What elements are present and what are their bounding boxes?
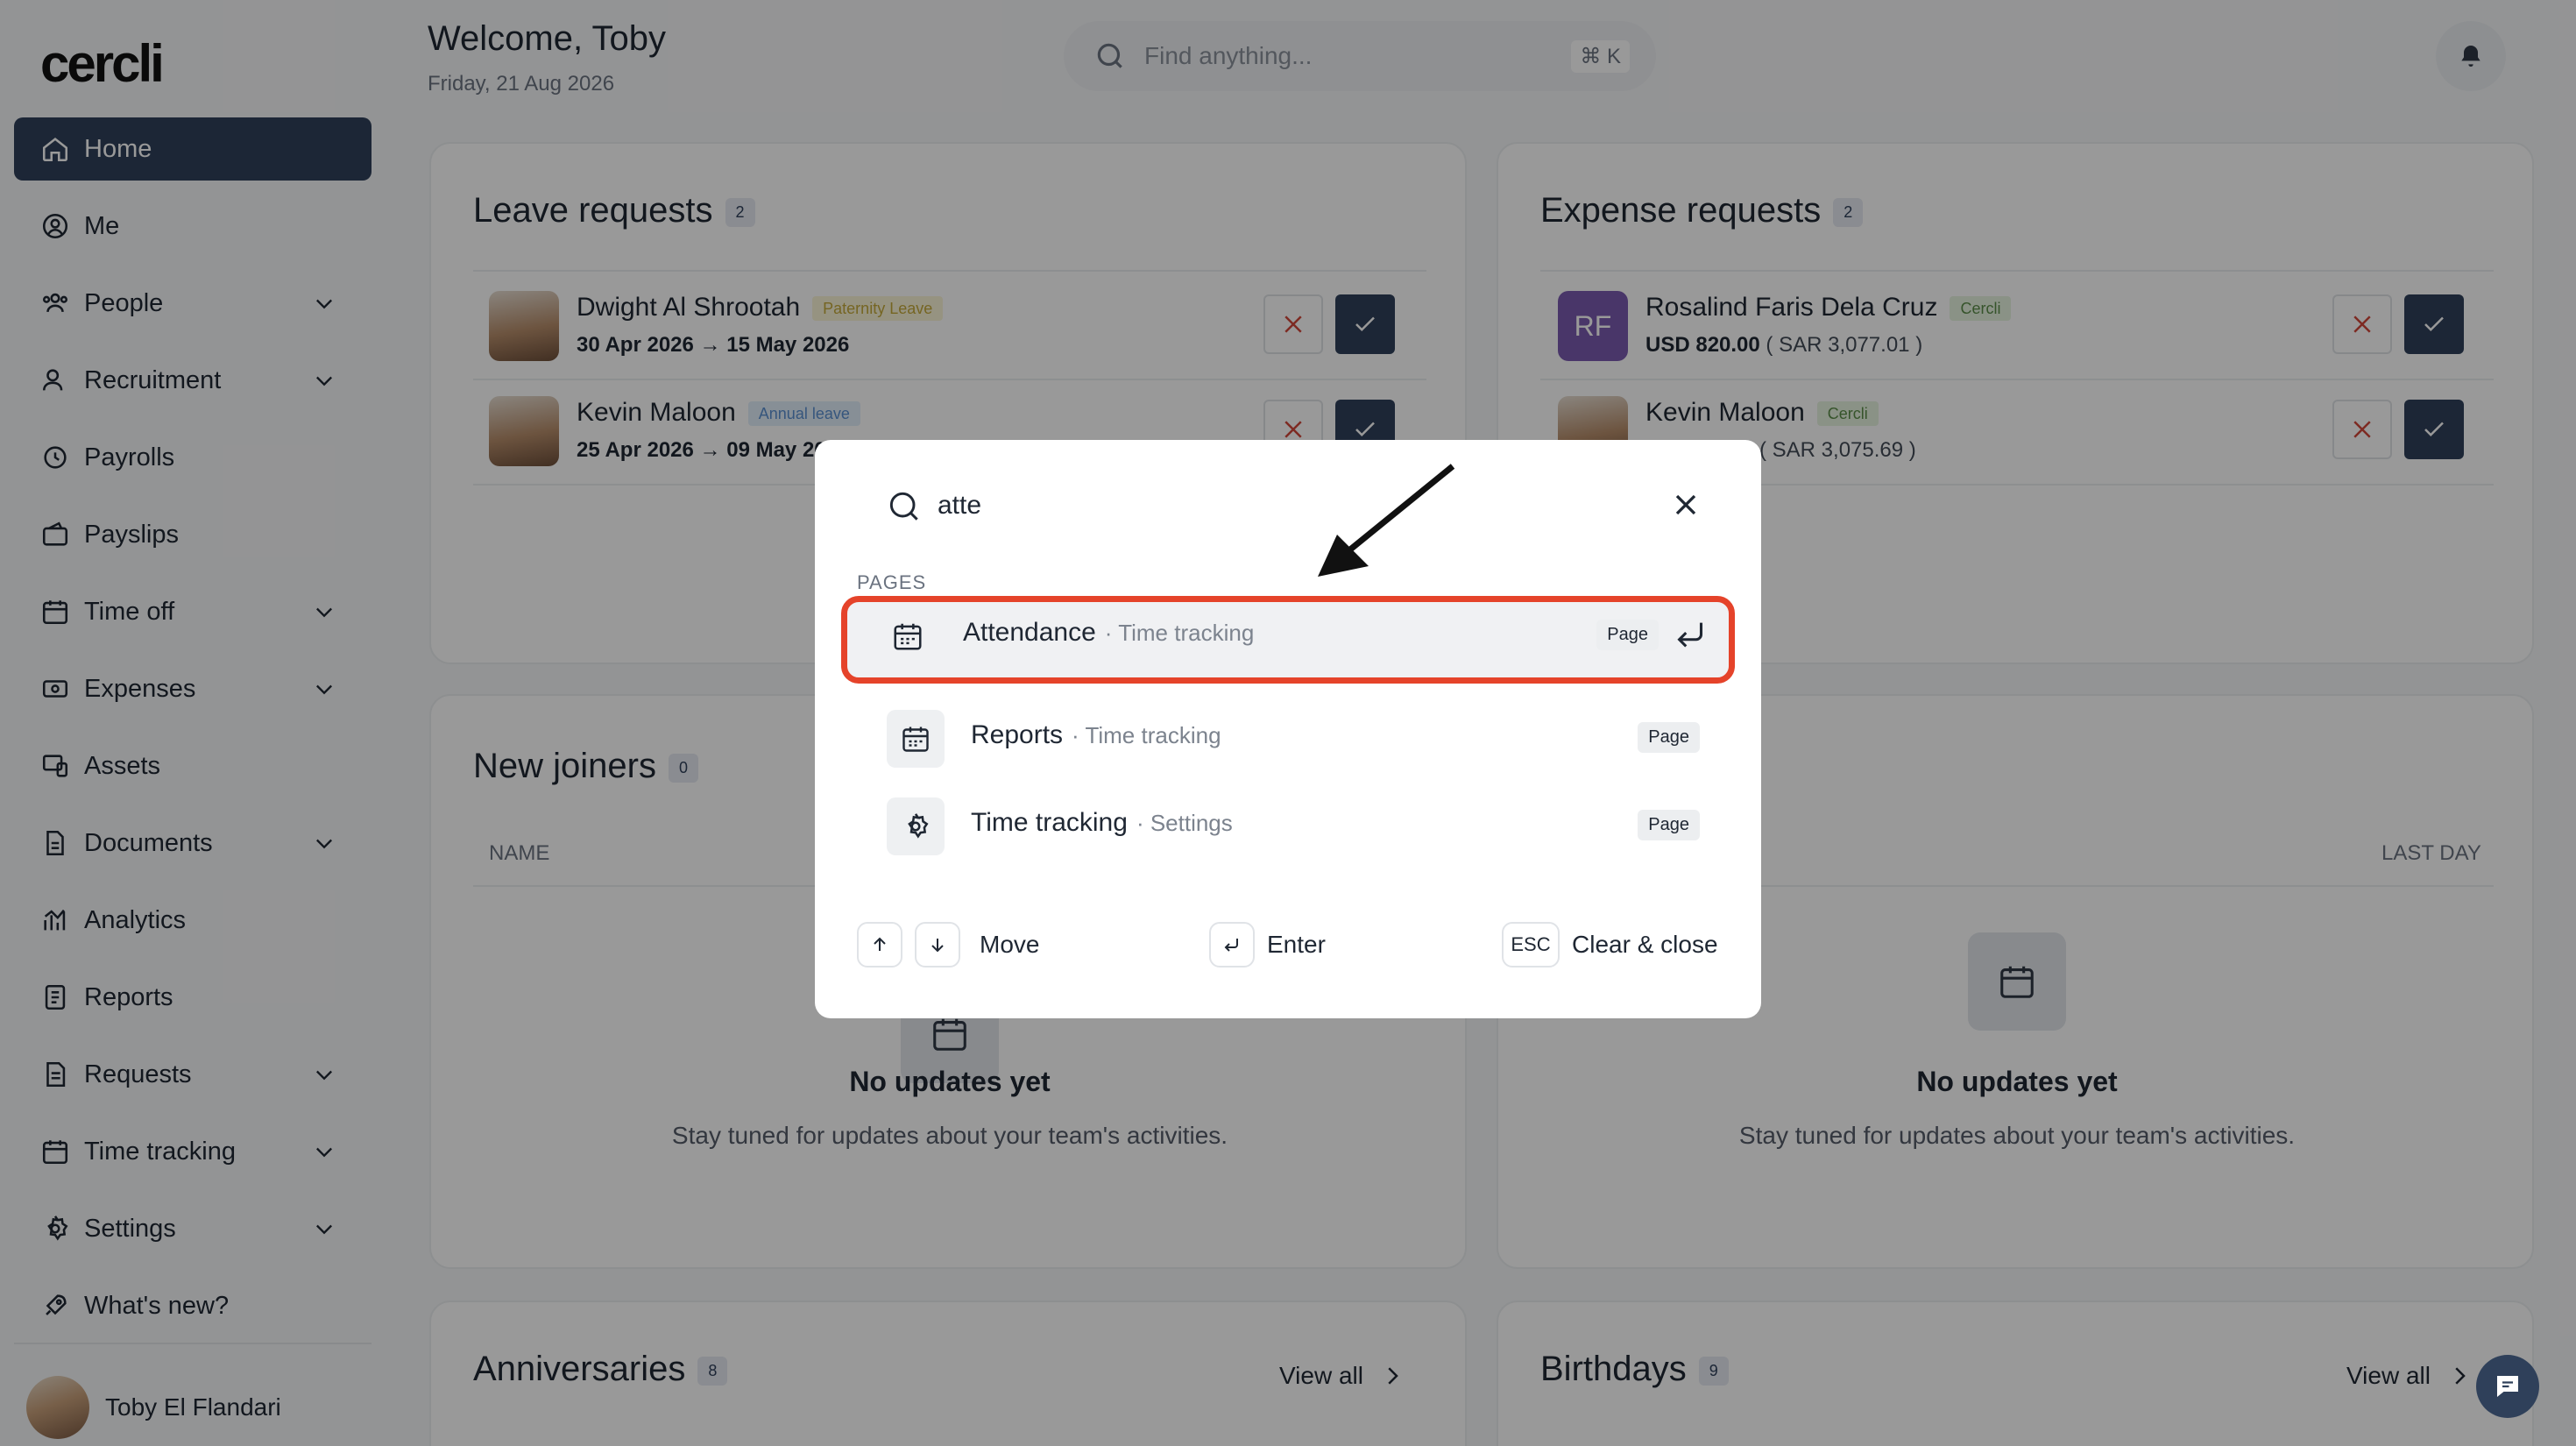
result-type-badge: Page [1638, 810, 1700, 840]
calendar-icon [894, 623, 922, 650]
chat-support-button[interactable] [2476, 1355, 2539, 1418]
esc-key: ESC [1502, 922, 1560, 968]
hint-move: Move [857, 922, 1039, 968]
calendar-icon [902, 727, 929, 752]
hint-enter: Enter [1209, 922, 1326, 968]
enter-key-icon [1677, 622, 1703, 648]
result-title: Time tracking [971, 808, 1128, 837]
result-title: Reports [971, 720, 1064, 749]
close-icon[interactable] [1668, 487, 1703, 522]
result-context: · Settings [1136, 810, 1233, 836]
result-icon [887, 797, 945, 855]
result-context: · Time tracking [1072, 722, 1221, 748]
result-attendance[interactable]: Attendance · Time tracking Page [841, 596, 1735, 684]
arrow-up-icon [874, 937, 886, 951]
result-type-badge: Page [1596, 620, 1659, 650]
arrow-down-icon [931, 939, 944, 953]
result-icon [879, 607, 937, 665]
command-palette: atte PAGES Attendance · Time tracking Pag… [815, 440, 1761, 1018]
hint-label: Enter [1267, 931, 1326, 958]
command-search-input[interactable]: atte [938, 491, 981, 521]
hint-label: Clear & close [1572, 931, 1718, 958]
result-time-tracking[interactable]: Time tracking · Settings Page [848, 785, 1724, 861]
annotation-arrow [1318, 464, 1455, 577]
arrow-down-key [915, 922, 960, 968]
result-context: · Time tracking [1104, 620, 1255, 646]
enter-key [1209, 922, 1255, 968]
hint-label: Move [980, 931, 1040, 958]
hint-close[interactable]: ESC Clear & close [1502, 922, 1718, 968]
chat-icon [2497, 1376, 2518, 1397]
result-type-badge: Page [1638, 722, 1700, 753]
enter-key-icon [1224, 939, 1238, 952]
gear-icon [908, 813, 929, 839]
result-reports[interactable]: Reports · Time tracking Page [848, 698, 1724, 773]
result-icon [887, 710, 945, 768]
arrow-up-key [857, 922, 902, 968]
search-icon [889, 492, 918, 521]
section-label: PAGES [857, 571, 927, 593]
result-title: Attendance [963, 618, 1096, 647]
